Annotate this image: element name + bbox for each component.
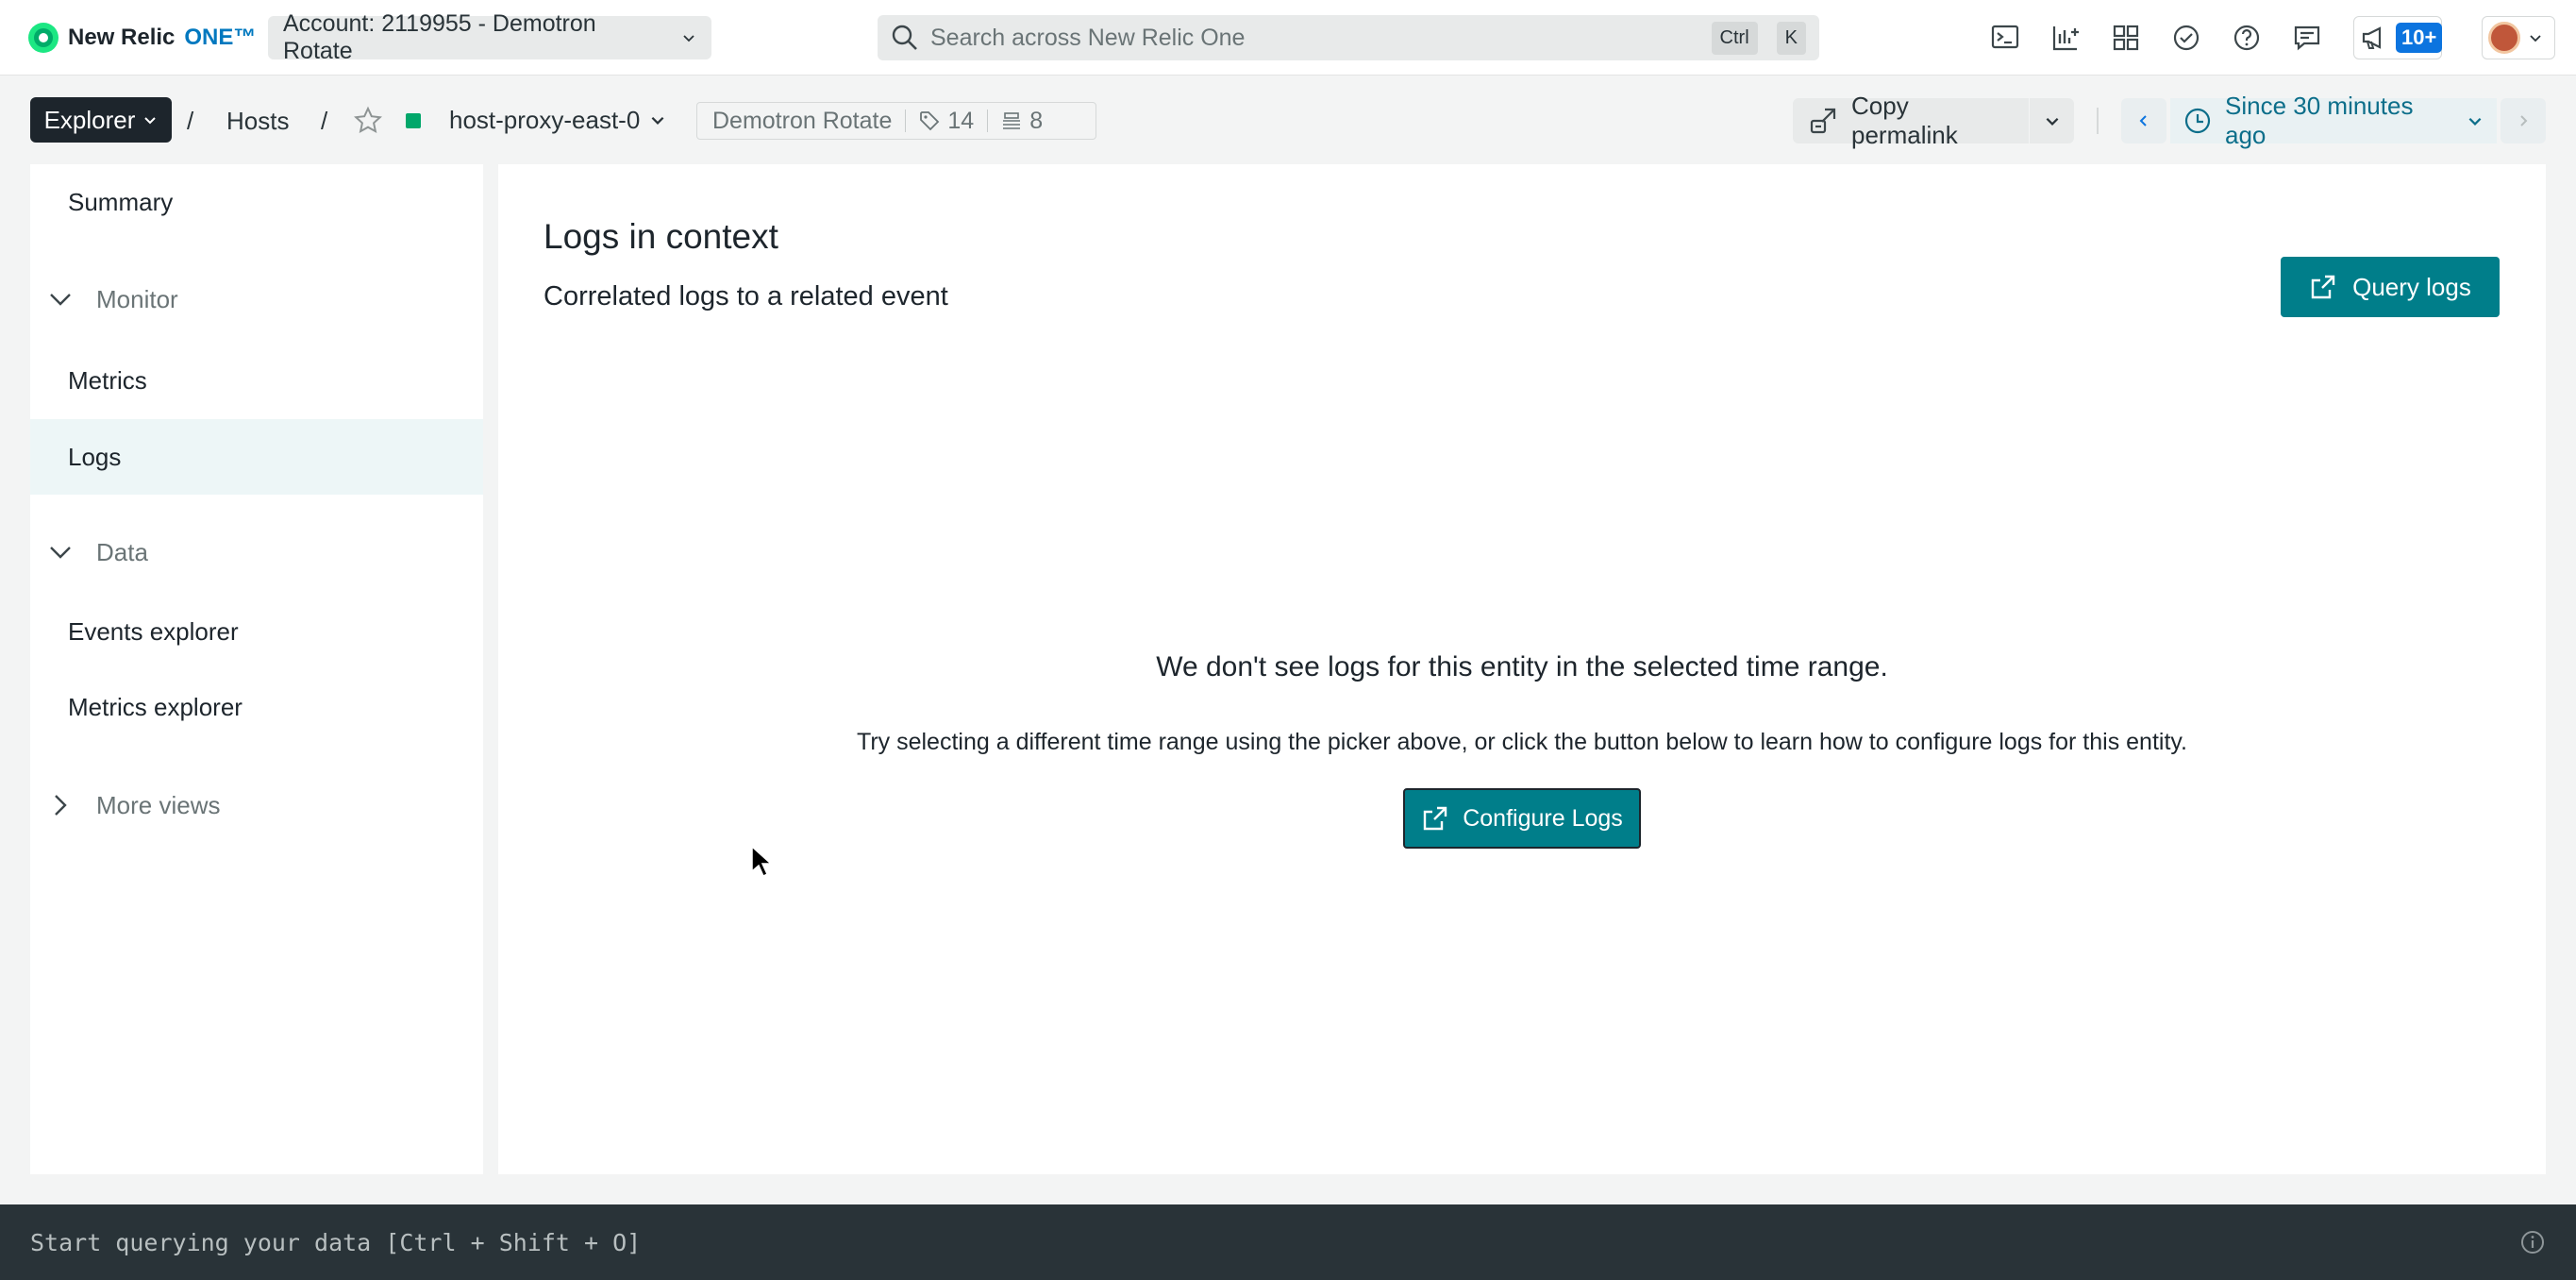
divider xyxy=(905,109,907,132)
tags-link[interactable]: 14 xyxy=(919,108,974,135)
shortcut-key-k: K xyxy=(1776,21,1806,55)
chevron-right-icon xyxy=(2516,113,2531,128)
sidebar-item-metrics-explorer[interactable]: Metrics explorer xyxy=(30,669,483,745)
info-icon[interactable] xyxy=(2519,1229,2546,1255)
page-subtitle: Correlated logs to a related event xyxy=(544,281,948,312)
configure-logs-label: Configure Logs xyxy=(1463,804,1623,832)
breadcrumb: Explorer / Hosts / host-proxy-east-0 Dem… xyxy=(0,76,2576,164)
entity-sidebar: Summary Monitor Metrics Logs Data Events… xyxy=(30,164,483,1174)
section-label: Monitor xyxy=(96,284,178,313)
query-logs-label: Query logs xyxy=(2352,272,2471,301)
external-link-icon xyxy=(1421,804,1449,833)
logo-one-text: ONE™ xyxy=(184,25,257,50)
mouse-cursor-icon xyxy=(751,846,772,878)
time-range-label: Since 30 minutes ago xyxy=(2225,92,2414,149)
account-tag[interactable]: Demotron Rotate xyxy=(712,108,892,135)
copy-permalink-label: Copy permalink xyxy=(1851,92,1958,149)
clock-icon xyxy=(2183,107,2212,135)
query-bar[interactable]: Start querying your data [Ctrl + Shift +… xyxy=(0,1204,2576,1280)
notifications-badge: 10+ xyxy=(2396,23,2443,53)
top-navigation-bar: New Relic ONE™ Account: 2119955 - Demotr… xyxy=(0,0,2576,76)
entity-switcher[interactable]: host-proxy-east-0 xyxy=(449,105,666,135)
section-label: Data xyxy=(96,537,148,566)
apps-grid-icon[interactable] xyxy=(2107,19,2145,57)
empty-state-description: Try selecting a different time range usi… xyxy=(856,729,2187,755)
terminal-icon[interactable] xyxy=(1986,19,2024,57)
sidebar-item-summary[interactable]: Summary xyxy=(30,164,483,240)
logo-text: New Relic xyxy=(68,25,176,50)
external-link-icon xyxy=(2309,273,2337,301)
copy-permalink-control: Copy permalink xyxy=(1793,92,2074,149)
chevron-right-icon xyxy=(47,792,74,818)
sidebar-item-metrics[interactable]: Metrics xyxy=(30,343,483,418)
query-logs-button[interactable]: Query logs xyxy=(2281,257,2500,317)
explorer-label: Explorer xyxy=(43,105,136,134)
time-range-selector[interactable]: Since 30 minutes ago xyxy=(2170,92,2497,149)
chevron-down-icon xyxy=(2467,112,2484,129)
stack-icon xyxy=(1001,110,1022,131)
sidebar-section-data[interactable]: Data xyxy=(30,519,483,585)
user-menu[interactable] xyxy=(2482,16,2555,59)
new-relic-logo[interactable]: New Relic ONE™ xyxy=(28,23,256,53)
explorer-button[interactable]: Explorer xyxy=(30,97,172,143)
breadcrumb-hosts-link[interactable]: Hosts xyxy=(226,107,289,136)
copy-permalink-button[interactable]: Copy permalink xyxy=(1793,92,2029,150)
configure-logs-button[interactable]: Configure Logs xyxy=(1403,788,1641,849)
chevron-down-icon xyxy=(142,112,158,127)
related-entities-link[interactable]: 8 xyxy=(1001,108,1043,135)
chevron-down-icon xyxy=(2528,30,2543,45)
empty-state-title: We don't see logs for this entity in the… xyxy=(1156,651,1888,682)
new-relic-logo-icon xyxy=(28,23,59,53)
sidebar-item-events-explorer[interactable]: Events explorer xyxy=(30,594,483,669)
feedback-icon[interactable] xyxy=(2288,19,2326,57)
time-next-button[interactable] xyxy=(2501,98,2546,143)
divider xyxy=(987,109,989,132)
divider xyxy=(2097,108,2099,134)
sidebar-section-more-views[interactable]: More views xyxy=(30,772,483,838)
avatar xyxy=(2488,22,2520,54)
entity-metadata: Demotron Rotate 14 8 xyxy=(696,102,1096,140)
sidebar-item-logs[interactable]: Logs xyxy=(30,419,483,495)
global-search[interactable]: Search across New Relic One Ctrl K xyxy=(878,15,1819,60)
related-count: 8 xyxy=(1029,107,1044,134)
entity-status-indicator xyxy=(406,113,421,128)
link-share-icon xyxy=(1808,106,1838,136)
announcements-button[interactable]: 10+ xyxy=(2353,16,2443,59)
search-placeholder: Search across New Relic One xyxy=(930,24,1246,51)
search-icon xyxy=(891,24,919,52)
help-icon[interactable] xyxy=(2228,19,2266,57)
account-switcher[interactable]: Account: 2119955 - Demotron Rotate xyxy=(268,10,711,64)
chevron-left-icon xyxy=(2136,113,2151,128)
query-bar-placeholder: Start querying your data [Ctrl + Shift +… xyxy=(30,1228,642,1256)
account-label: Account: 2119955 - Demotron Rotate xyxy=(283,10,596,64)
time-previous-button[interactable] xyxy=(2121,98,2166,143)
chevron-down-icon xyxy=(47,286,74,312)
favorite-star-icon[interactable] xyxy=(353,106,383,136)
tag-icon xyxy=(919,110,940,131)
check-circle-icon[interactable] xyxy=(2167,19,2205,57)
entity-name: host-proxy-east-0 xyxy=(449,105,641,134)
breadcrumb-separator: / xyxy=(321,107,328,135)
chevron-down-icon xyxy=(649,111,666,128)
breadcrumb-separator: / xyxy=(187,107,194,135)
permalink-options-button[interactable] xyxy=(2029,98,2074,143)
time-picker: Since 30 minutes ago xyxy=(2121,92,2546,149)
megaphone-icon xyxy=(2360,24,2388,52)
chevron-down-icon xyxy=(2044,112,2061,129)
chevron-down-icon xyxy=(47,539,74,565)
sidebar-section-monitor[interactable]: Monitor xyxy=(30,266,483,332)
chevron-down-icon xyxy=(681,30,696,45)
logs-panel: Logs in context Correlated logs to a rel… xyxy=(498,164,2546,1174)
shortcut-key-ctrl: Ctrl xyxy=(1711,21,1758,55)
top-action-icons xyxy=(1986,19,2326,57)
section-label: More views xyxy=(96,790,221,819)
add-chart-icon[interactable] xyxy=(2047,19,2084,57)
page-title: Logs in context xyxy=(544,217,778,256)
tags-count: 14 xyxy=(947,107,975,134)
